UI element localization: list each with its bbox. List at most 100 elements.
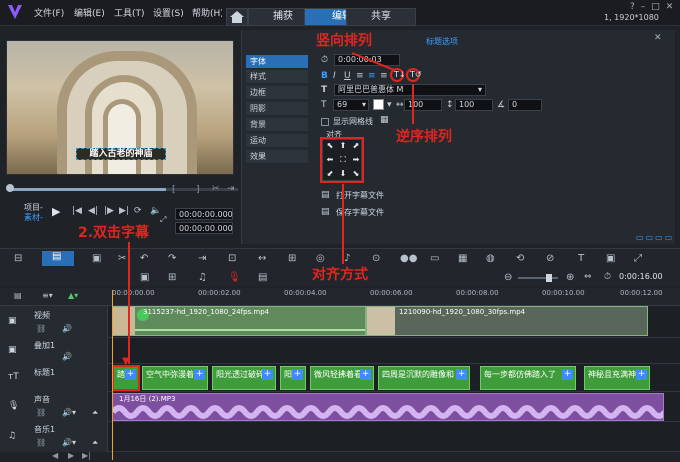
italic-button[interactable]: I: [333, 71, 336, 81]
ducking-icon[interactable]: ⏶: [92, 408, 98, 418]
zoom-out-icon[interactable]: ⊖: [504, 272, 512, 283]
title-clip[interactable]: 每一步都仿佛踏入了 +: [480, 366, 576, 390]
export-icon[interactable]: ⇥: [227, 184, 235, 194]
split-tool-icon[interactable]: ✂: [118, 253, 126, 264]
category-effects[interactable]: 效果: [246, 150, 308, 164]
volume-icon[interactable]: 🔊: [62, 324, 72, 333]
scroll-left-icon[interactable]: ◀: [52, 451, 58, 460]
scrub-handle[interactable]: [6, 184, 14, 192]
repeat-icon[interactable]: ⟳: [134, 206, 142, 216]
speed-icon[interactable]: ⊘: [546, 253, 554, 264]
mark-in-icon[interactable]: [: [172, 185, 176, 195]
next-frame-button[interactable]: |▶: [104, 206, 114, 216]
track-options-icon[interactable]: ≡▾: [42, 291, 53, 300]
snapshot-icon[interactable]: ⊞: [168, 272, 176, 283]
reverse-text-button[interactable]: T↺: [406, 68, 422, 82]
play-button[interactable]: ▶: [52, 205, 60, 218]
scroll-end-icon[interactable]: ▶|: [82, 451, 91, 460]
add-track-icon[interactable]: ▲▾: [68, 291, 78, 300]
audio-clip[interactable]: 1月16日 (2).MP3: [112, 393, 664, 421]
title-clip[interactable]: 阳光透过破碎 +: [212, 366, 276, 390]
tab-share[interactable]: 共享: [346, 8, 416, 26]
music-icon[interactable]: ♫: [198, 272, 207, 283]
menu-settings[interactable]: 设置(S): [153, 6, 184, 19]
trim-icon[interactable]: ⊡: [228, 253, 236, 264]
panel-close-icon[interactable]: ✕: [654, 33, 662, 43]
resize-icon[interactable]: ⤢: [160, 215, 166, 225]
title-clip[interactable]: 踏入+: [112, 365, 140, 391]
split-icon[interactable]: ✂: [212, 184, 220, 194]
slip-icon[interactable]: ⇥: [198, 253, 206, 264]
category-background[interactable]: 背景: [246, 118, 308, 132]
window-controls[interactable]: ?–□✕: [630, 2, 679, 12]
menu-tools[interactable]: 工具(T): [114, 6, 145, 19]
ripple-icon[interactable]: ↔: [258, 253, 266, 264]
motion-track-icon[interactable]: ⊙: [372, 253, 380, 264]
preview-title-overlay[interactable]: 踏入古老的神庙: [76, 148, 166, 160]
end-button[interactable]: ▶|: [119, 206, 129, 216]
marker-icon[interactable]: ⊞: [288, 253, 296, 264]
color-dropdown-icon[interactable]: ▾: [387, 100, 392, 110]
volume-icon[interactable]: 🔊: [62, 352, 72, 361]
timeline-view-button[interactable]: ▤: [42, 251, 74, 266]
color-grade-icon[interactable]: ●●: [400, 253, 417, 264]
scroll-right-icon[interactable]: ▶: [68, 451, 74, 460]
title-tool-icon[interactable]: T: [578, 253, 584, 264]
home-button[interactable]: [226, 8, 248, 26]
category-shadow[interactable]: 阴影: [246, 102, 308, 116]
voiceover-icon[interactable]: 🎙: [228, 272, 241, 283]
video-clip[interactable]: 1210090-hd_1920_1080_30fps.mp4: [366, 306, 648, 336]
storyboard-view-icon[interactable]: ⊟: [14, 253, 22, 264]
pip-icon[interactable]: ▣: [606, 253, 615, 264]
mark-out-icon[interactable]: ]: [196, 185, 200, 195]
maximize-icon[interactable]: □: [651, 2, 666, 12]
menu-edit[interactable]: 编辑(E): [74, 6, 105, 19]
prev-frame-button[interactable]: ◀|: [88, 206, 98, 216]
scale-b-field[interactable]: 100: [455, 99, 493, 111]
category-style[interactable]: 样式: [246, 70, 308, 84]
font-select[interactable]: 阿里巴巴普惠体 M ▾: [334, 84, 486, 96]
minimize-icon[interactable]: –: [641, 2, 652, 12]
category-motion[interactable]: 运动: [246, 134, 308, 148]
help-icon[interactable]: ?: [630, 2, 641, 12]
clip-mode-label[interactable]: 素材-: [24, 212, 43, 223]
zoom-slider[interactable]: [518, 277, 558, 279]
record-icon[interactable]: ▣: [140, 272, 149, 283]
track-list-icon[interactable]: ▤: [14, 291, 22, 300]
align-left-button[interactable]: ≡: [356, 71, 364, 81]
title-clip[interactable]: 空气中弥漫着 +: [142, 366, 208, 390]
track-manager-icon[interactable]: ▣: [92, 253, 101, 264]
fullscreen-icon[interactable]: ⤢: [634, 253, 642, 264]
title-clip[interactable]: 阳光+: [280, 366, 306, 390]
panel-view-icons[interactable]: ▭▭▭▭: [636, 233, 674, 242]
show-grid-checkbox[interactable]: [321, 118, 329, 126]
close-icon[interactable]: ✕: [666, 2, 680, 12]
category-border[interactable]: 边框: [246, 86, 308, 100]
zoom-handle[interactable]: [546, 274, 552, 282]
video-clip[interactable]: 3115237-hd_1920_1080_24fps.mp4: [112, 306, 366, 336]
font-color-swatch[interactable]: [373, 99, 384, 110]
ducking-icon[interactable]: ⏶: [92, 438, 98, 448]
multicam-icon[interactable]: ▦: [458, 253, 467, 264]
mask-icon[interactable]: ◍: [486, 253, 495, 264]
fit-project-icon[interactable]: ⇔: [584, 272, 592, 282]
auto-music-icon[interactable]: ♪: [344, 253, 350, 264]
timecode-main[interactable]: 00:00:00.000: [175, 208, 233, 220]
menu-file[interactable]: 文件(F): [34, 6, 64, 19]
mixer-icon[interactable]: ◎: [316, 253, 325, 264]
link-icon[interactable]: ⛓: [36, 408, 46, 417]
playhead[interactable]: [112, 290, 113, 460]
link-icon[interactable]: ⛓: [36, 438, 46, 447]
track-icon[interactable]: ▤: [258, 272, 267, 283]
subtitle-editor-icon[interactable]: ▭: [430, 253, 439, 264]
home-start-button[interactable]: |◀: [72, 206, 82, 216]
link-icon[interactable]: ⛓: [36, 324, 46, 333]
grid-settings-icon[interactable]: ▦: [380, 115, 389, 125]
title-clip[interactable]: 四周是沉默的雕像和 +: [378, 366, 470, 390]
timecode-secondary[interactable]: 00:00:00.000: [175, 222, 233, 234]
font-size-field[interactable]: 69 ▾: [333, 99, 369, 111]
scale-a-field[interactable]: 100: [404, 99, 442, 111]
volume-icon[interactable]: 🔊▾: [62, 438, 76, 447]
category-font[interactable]: 字体: [246, 55, 308, 69]
repeat-tool-icon[interactable]: ⟲: [516, 253, 524, 264]
